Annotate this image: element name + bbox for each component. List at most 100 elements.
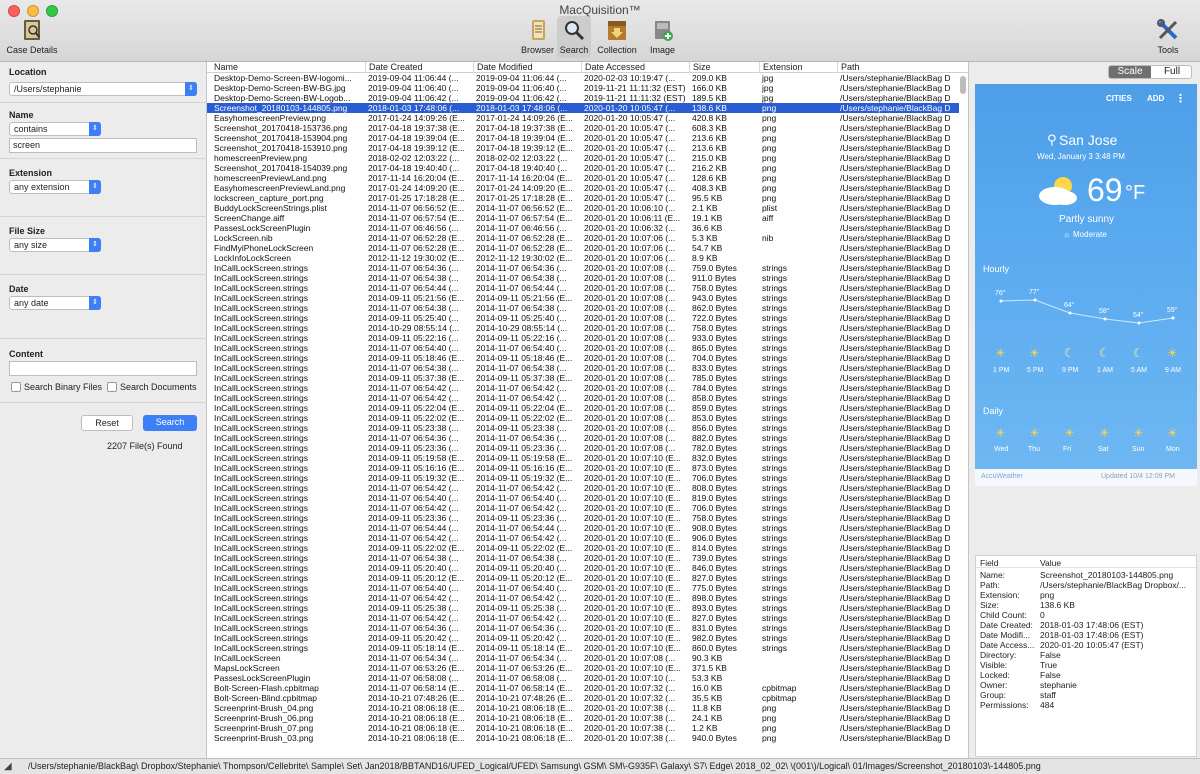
table-row[interactable]: Screenshot_20170418-154039.png 2017-04-18… <box>207 163 959 173</box>
case-details-button[interactable]: Case Details <box>2 16 62 58</box>
full-button[interactable]: Full <box>1151 66 1193 78</box>
table-row[interactable]: Desktop-Demo-Screen-BW-BG.jpg 2019-09-04 … <box>207 83 959 93</box>
browser-button[interactable]: Browser <box>520 16 555 58</box>
scale-button[interactable]: Scale <box>1109 66 1151 78</box>
table-row[interactable]: InCallLockScreen.strings 2014-11-07 06:54… <box>207 533 959 543</box>
table-row[interactable]: InCallLockScreen.strings 2014-09-11 05:21… <box>207 293 959 303</box>
table-cell: 2014-11-07 06:54:34 (... <box>476 653 567 663</box>
table-row[interactable]: InCallLockScreen.strings 2014-11-07 06:54… <box>207 433 959 443</box>
table-row[interactable]: InCallLockScreen.strings 2014-11-07 06:54… <box>207 283 959 293</box>
table-row[interactable]: InCallLockScreen.strings 2014-11-07 06:54… <box>207 343 959 353</box>
table-row[interactable]: InCallLockScreen.strings 2014-09-11 05:20… <box>207 633 959 643</box>
table-row[interactable]: Desktop-Demo-Screen-BW-Logob... 2019-09-0… <box>207 93 959 103</box>
table-row[interactable]: InCallLockScreen.strings 2014-09-11 05:18… <box>207 643 959 653</box>
table-row[interactable]: InCallLockScreen.strings 2014-11-07 06:54… <box>207 553 959 563</box>
table-row[interactable]: InCallLockScreen 2014-11-07 06:54:34 (...… <box>207 653 959 663</box>
table-row[interactable]: Screenprint-Brush_04.png 2014-10-21 08:06… <box>207 703 959 713</box>
column-header-date-modified[interactable]: Date Modified <box>473 62 581 73</box>
table-row[interactable]: BuddyLockScreenStrings.plist 2014-11-07 0… <box>207 203 959 213</box>
table-row[interactable]: InCallLockScreen.strings 2014-09-11 05:23… <box>207 423 959 433</box>
table-row[interactable]: Screenshot_20170418-153736.png 2017-04-18… <box>207 123 959 133</box>
table-row[interactable]: InCallLockScreen.strings 2014-11-07 06:54… <box>207 593 959 603</box>
table-row[interactable]: InCallLockScreen.strings 2014-09-11 05:22… <box>207 333 959 343</box>
table-row[interactable]: PassesLockScreenPlugin 2014-11-07 06:46:5… <box>207 223 959 233</box>
name-input[interactable]: screen <box>9 138 197 153</box>
table-row[interactable]: Bolt-Screen-Blind.cpbitmap 2014-10-21 07:… <box>207 693 959 703</box>
table-row[interactable]: InCallLockScreen.strings 2014-09-11 05:25… <box>207 603 959 613</box>
table-row[interactable]: EasyhomescreenPreview.png 2017-01-24 14:0… <box>207 113 959 123</box>
reset-button[interactable]: Reset <box>81 415 133 431</box>
table-row[interactable]: InCallLockScreen.strings 2014-09-11 05:20… <box>207 573 959 583</box>
table-row[interactable]: InCallLockScreen.strings 2014-11-07 06:54… <box>207 613 959 623</box>
table-row[interactable]: InCallLockScreen.strings 2014-11-07 06:54… <box>207 623 959 633</box>
table-row[interactable]: Screenshot_20180103-144805.png 2018-01-03… <box>207 103 959 113</box>
table-row[interactable]: InCallLockScreen.strings 2014-10-29 08:55… <box>207 323 959 333</box>
column-header-path[interactable]: Path <box>837 62 959 73</box>
table-cell: InCallLockScreen.strings <box>214 353 309 363</box>
table-row[interactable]: InCallLockScreen.strings 2014-09-11 05:16… <box>207 463 959 473</box>
table-cell: 2014-11-07 06:54:38 (... <box>368 363 459 373</box>
table-row[interactable]: PassesLockScreenPlugin 2014-11-07 06:58:0… <box>207 673 959 683</box>
table-row[interactable]: InCallLockScreen.strings 2014-11-07 06:54… <box>207 263 959 273</box>
table-row[interactable]: EasyhomescreenPreviewLand.png 2017-01-24 … <box>207 183 959 193</box>
table-row[interactable]: InCallLockScreen.strings 2014-09-11 05:22… <box>207 413 959 423</box>
table-row[interactable]: InCallLockScreen.strings 2014-11-07 06:54… <box>207 503 959 513</box>
table-row[interactable]: InCallLockScreen.strings 2014-11-07 06:54… <box>207 303 959 313</box>
table-row[interactable]: InCallLockScreen.strings 2014-11-07 06:54… <box>207 273 959 283</box>
collection-button[interactable]: Collection <box>594 16 640 58</box>
column-header-extension[interactable]: Extension <box>759 62 837 73</box>
table-row[interactable]: ScreenChange.aiff 2014-11-07 06:57:54 (E.… <box>207 213 959 223</box>
table-row[interactable]: InCallLockScreen.strings 2014-11-07 06:54… <box>207 523 959 533</box>
table-row[interactable]: LockInfoLockScreen 2012-11-12 19:30:02 (E… <box>207 253 959 263</box>
table-row[interactable]: homescreenPreviewLand.png 2017-11-14 16:2… <box>207 173 959 183</box>
table-row[interactable]: InCallLockScreen.strings 2014-09-11 05:25… <box>207 313 959 323</box>
table-row[interactable]: InCallLockScreen.strings 2014-09-11 05:23… <box>207 443 959 453</box>
table-row[interactable]: InCallLockScreen.strings 2014-09-11 05:18… <box>207 353 959 363</box>
table-row[interactable]: MapsLockScreen 2014-11-07 06:53:26 (E... 2… <box>207 663 959 673</box>
table-row[interactable]: InCallLockScreen.strings 2014-09-11 05:19… <box>207 453 959 463</box>
location-select[interactable]: /Users/stephanie ⇕ <box>9 82 197 96</box>
tools-button[interactable]: Tools <box>1152 16 1184 58</box>
table-row[interactable]: homescreenPreview.png 2018-02-02 12:03:22… <box>207 153 959 163</box>
table-row[interactable]: Bolt-Screen-Flash.cpbitmap 2014-11-07 06:… <box>207 683 959 693</box>
table-cell: 138.6 KB <box>692 103 727 113</box>
table-row[interactable]: InCallLockScreen.strings 2014-09-11 05:22… <box>207 403 959 413</box>
date-select[interactable]: any date ⇕ <box>9 296 101 310</box>
table-row[interactable]: InCallLockScreen.strings 2014-11-07 06:54… <box>207 583 959 593</box>
column-header-size[interactable]: Size <box>689 62 759 73</box>
table-row[interactable]: Screenprint-Brush_07.png 2014-10-21 08:06… <box>207 723 959 733</box>
search-button[interactable]: Search <box>143 415 197 431</box>
table-row[interactable]: InCallLockScreen.strings 2014-09-11 05:37… <box>207 373 959 383</box>
table-row[interactable]: InCallLockScreen.strings 2014-11-07 06:54… <box>207 493 959 503</box>
table-row[interactable]: InCallLockScreen.strings 2014-11-07 06:54… <box>207 383 959 393</box>
table-row[interactable]: LockScreen.nib 2014-11-07 06:52:28 (E... 2… <box>207 233 959 243</box>
table-row[interactable]: InCallLockScreen.strings 2014-11-07 06:54… <box>207 363 959 373</box>
table-row[interactable]: lockscreen_capture_port.png 2017-01-25 17… <box>207 193 959 203</box>
image-button[interactable]: Image <box>645 16 680 58</box>
table-row[interactable]: InCallLockScreen.strings 2014-09-11 05:23… <box>207 513 959 523</box>
table-row[interactable]: Screenprint-Brush_06.png 2014-10-21 08:06… <box>207 713 959 723</box>
table-row[interactable]: Screenprint-Brush_03.png 2014-10-21 08:06… <box>207 733 959 743</box>
table-row[interactable]: InCallLockScreen.strings 2014-09-11 05:22… <box>207 543 959 553</box>
filesize-select[interactable]: any size ⇕ <box>9 238 101 252</box>
extension-select[interactable]: any extension ⇕ <box>9 180 101 194</box>
column-header-date-accessed[interactable]: Date Accessed <box>581 62 689 73</box>
table-row[interactable]: InCallLockScreen.strings 2014-11-07 06:54… <box>207 483 959 493</box>
content-input[interactable] <box>9 361 197 376</box>
column-header-date-created[interactable]: Date Created <box>365 62 473 73</box>
vertical-scrollbar[interactable] <box>960 76 966 94</box>
table-row[interactable]: Screenshot_20170418-153904.png 2017-04-18… <box>207 133 959 143</box>
table-row[interactable]: FindMyiPhoneLockScreen 2014-11-07 06:52:2… <box>207 243 959 253</box>
column-header-name[interactable]: Name <box>211 62 365 73</box>
search-tab-button[interactable]: Search <box>557 16 591 58</box>
table-row[interactable]: InCallLockScreen.strings 2014-09-11 05:20… <box>207 563 959 573</box>
search-documents-checkbox[interactable] <box>107 382 117 392</box>
table-row[interactable]: Desktop-Demo-Screen-BW-logomi... 2019-09-… <box>207 73 959 83</box>
table-row[interactable]: Screenshot_20170418-153910.png 2017-04-18… <box>207 143 959 153</box>
table-cell: 2020-01-20 10:07:08 (... <box>584 293 676 303</box>
accuweather-logo: AccuWeather <box>981 473 1023 480</box>
table-row[interactable]: InCallLockScreen.strings 2014-11-07 06:54… <box>207 393 959 403</box>
search-binary-checkbox[interactable] <box>11 382 21 392</box>
table-row[interactable]: InCallLockScreen.strings 2014-09-11 05:19… <box>207 473 959 483</box>
name-mode-select[interactable]: contains ⇕ <box>9 122 101 136</box>
